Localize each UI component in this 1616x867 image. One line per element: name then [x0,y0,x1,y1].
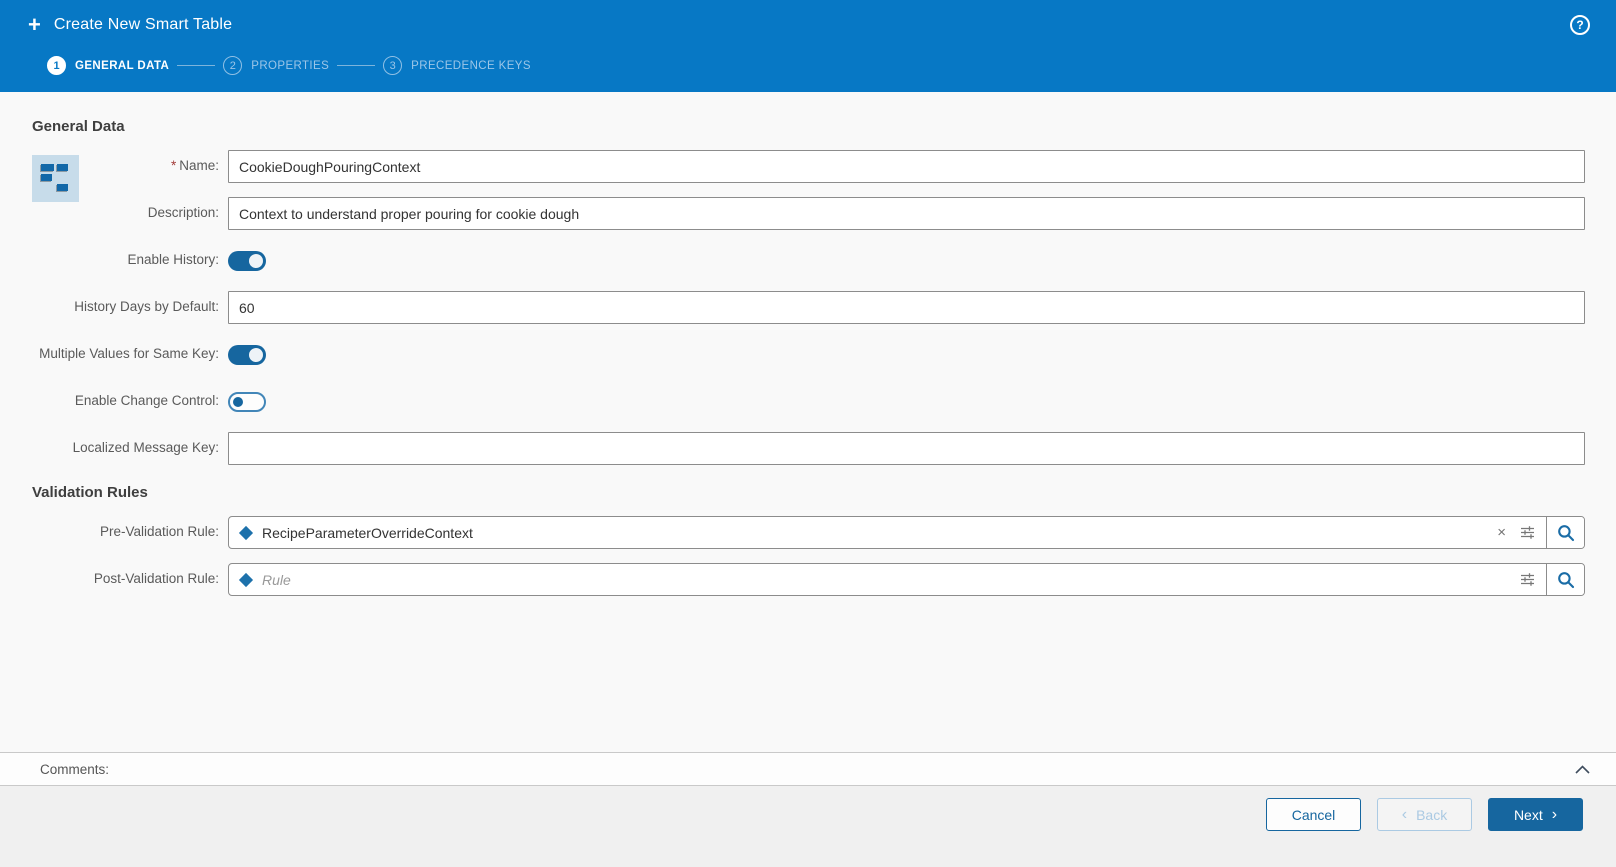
pre-validation-value: RecipeParameterOverrideContext [262,524,473,541]
comments-bar[interactable]: Comments: [0,752,1616,786]
step-number: 3 [383,56,403,75]
enable-change-control-row: Enable Change Control: [32,385,1585,418]
step-properties[interactable]: 2 PROPERTIES [223,56,329,75]
next-button[interactable]: Next › [1488,798,1583,831]
step-label: GENERAL DATA [75,59,170,72]
step-connector [177,65,216,66]
name-field[interactable] [228,150,1585,183]
create-smart-table-wizard: + Create New Smart Table ? 1 GENERAL DAT… [0,0,1616,867]
step-precedence-keys[interactable]: 3 PRECEDENCE KEYS [383,56,531,75]
post-validation-search-button[interactable] [1547,564,1584,595]
description-label: Description: [147,205,219,221]
pre-validation-row: Pre-Validation Rule: RecipeParameterOver… [32,516,1585,549]
rule-diamond-icon [238,525,254,540]
multiple-values-toggle[interactable] [228,344,266,365]
localized-message-key-field[interactable] [228,432,1585,465]
step-label: PROPERTIES [251,59,330,72]
advanced-filter-icon[interactable] [1519,524,1536,541]
post-validation-placeholder: Rule [262,571,291,588]
smart-table-icon [32,155,79,202]
enable-change-control-toggle[interactable] [228,391,266,412]
history-days-row: History Days by Default: [32,291,1585,324]
comments-label: Comments: [40,761,110,777]
general-data-form: *Name: Description: Enable History: [32,150,1585,465]
general-data-heading: General Data [32,118,125,135]
enable-history-row: Enable History: [32,244,1585,277]
post-validation-row: Post-Validation Rule: Rule [32,563,1585,596]
history-days-label: History Days by Default: [74,299,219,315]
back-button[interactable]: ‹ Back [1377,798,1472,831]
post-validation-field[interactable]: Rule [228,563,1585,596]
post-validation-label: Post-Validation Rule: [93,571,219,587]
chevron-up-icon[interactable] [1574,764,1591,775]
description-row: Description: [32,197,1585,230]
description-field[interactable] [228,197,1585,230]
step-number: 1 [47,56,66,75]
advanced-filter-icon[interactable] [1519,571,1536,588]
main-content: General Data *Name: Description: [0,92,1616,752]
help-icon[interactable]: ? [1570,15,1590,35]
enable-history-toggle[interactable] [228,250,266,271]
clear-icon[interactable]: × [1497,525,1506,540]
localized-message-key-row: Localized Message Key: [32,432,1585,465]
multiple-values-row: Multiple Values for Same Key: [32,338,1585,371]
cancel-button[interactable]: Cancel [1266,798,1361,831]
pre-validation-search-button[interactable] [1547,517,1584,548]
page-title: Create New Smart Table [53,16,233,33]
validation-rules-heading: Validation Rules [32,484,148,501]
wizard-steps: 1 GENERAL DATA 2 PROPERTIES 3 PRECEDENCE… [28,50,1590,92]
chevron-left-icon: ‹ [1401,805,1408,823]
search-icon [1557,571,1574,588]
localized-message-key-label: Localized Message Key: [72,440,219,456]
wizard-header: + Create New Smart Table ? 1 GENERAL DAT… [0,0,1616,92]
enable-history-label: Enable History: [127,252,219,268]
pre-validation-field[interactable]: RecipeParameterOverrideContext × [228,516,1585,549]
enable-change-control-label: Enable Change Control: [74,393,219,409]
search-icon [1557,524,1574,541]
multiple-values-label: Multiple Values for Same Key: [39,346,219,362]
step-label: PRECEDENCE KEYS [411,59,531,72]
rule-diamond-icon [238,572,254,587]
header-title-row: + Create New Smart Table ? [28,0,1590,50]
step-connector [337,65,376,66]
wizard-footer: Cancel ‹ Back Next › [0,786,1616,867]
pre-validation-label: Pre-Validation Rule: [99,524,219,540]
chevron-right-icon: › [1551,805,1558,823]
required-asterisk: * [170,158,177,174]
step-general-data[interactable]: 1 GENERAL DATA [47,56,169,75]
history-days-field[interactable] [228,291,1585,324]
name-row: * Name: [32,150,1585,183]
plus-icon: + [28,12,41,37]
step-number: 2 [223,56,243,75]
